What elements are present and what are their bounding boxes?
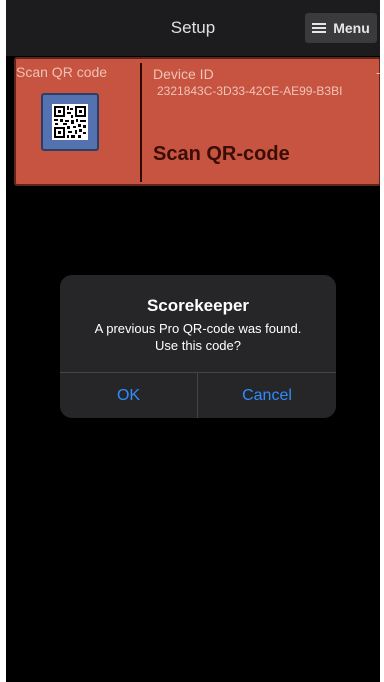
- device-card: Scan QR code Device ID 2321843C-3D33-42C…: [14, 57, 380, 186]
- device-id-label: Device ID: [153, 66, 214, 82]
- alert-dialog: Scorekeeper A previous Pro QR-code was f…: [60, 275, 336, 418]
- menu-button[interactable]: Menu: [305, 13, 377, 43]
- menu-button-label: Menu: [333, 20, 370, 36]
- ok-button[interactable]: OK: [60, 373, 197, 418]
- top-bar: Setup Menu: [6, 0, 380, 56]
- card-divider: [140, 63, 142, 182]
- device-id-value: 2321843C-3D33-42CE-AE99-B3BI: [157, 84, 343, 98]
- app-screen: Setup Menu Scan QR code Device ID 232184…: [6, 0, 380, 682]
- dialog-message-line-2: Use this code?: [155, 338, 241, 353]
- hamburger-icon: [312, 23, 327, 33]
- cancel-button[interactable]: Cancel: [198, 373, 336, 418]
- scan-qr-button[interactable]: [41, 93, 99, 151]
- card-dash: -: [376, 65, 380, 80]
- scan-qr-code-button[interactable]: Scan QR-code: [153, 143, 290, 166]
- dialog-message-line-1: A previous Pro QR-code was found.: [94, 321, 302, 336]
- dialog-message: A previous Pro QR-code was found. Use th…: [70, 320, 326, 354]
- qr-code-icon: [52, 104, 88, 140]
- dialog-title: Scorekeeper: [146, 296, 250, 315]
- scan-qr-label: Scan QR code: [16, 64, 108, 80]
